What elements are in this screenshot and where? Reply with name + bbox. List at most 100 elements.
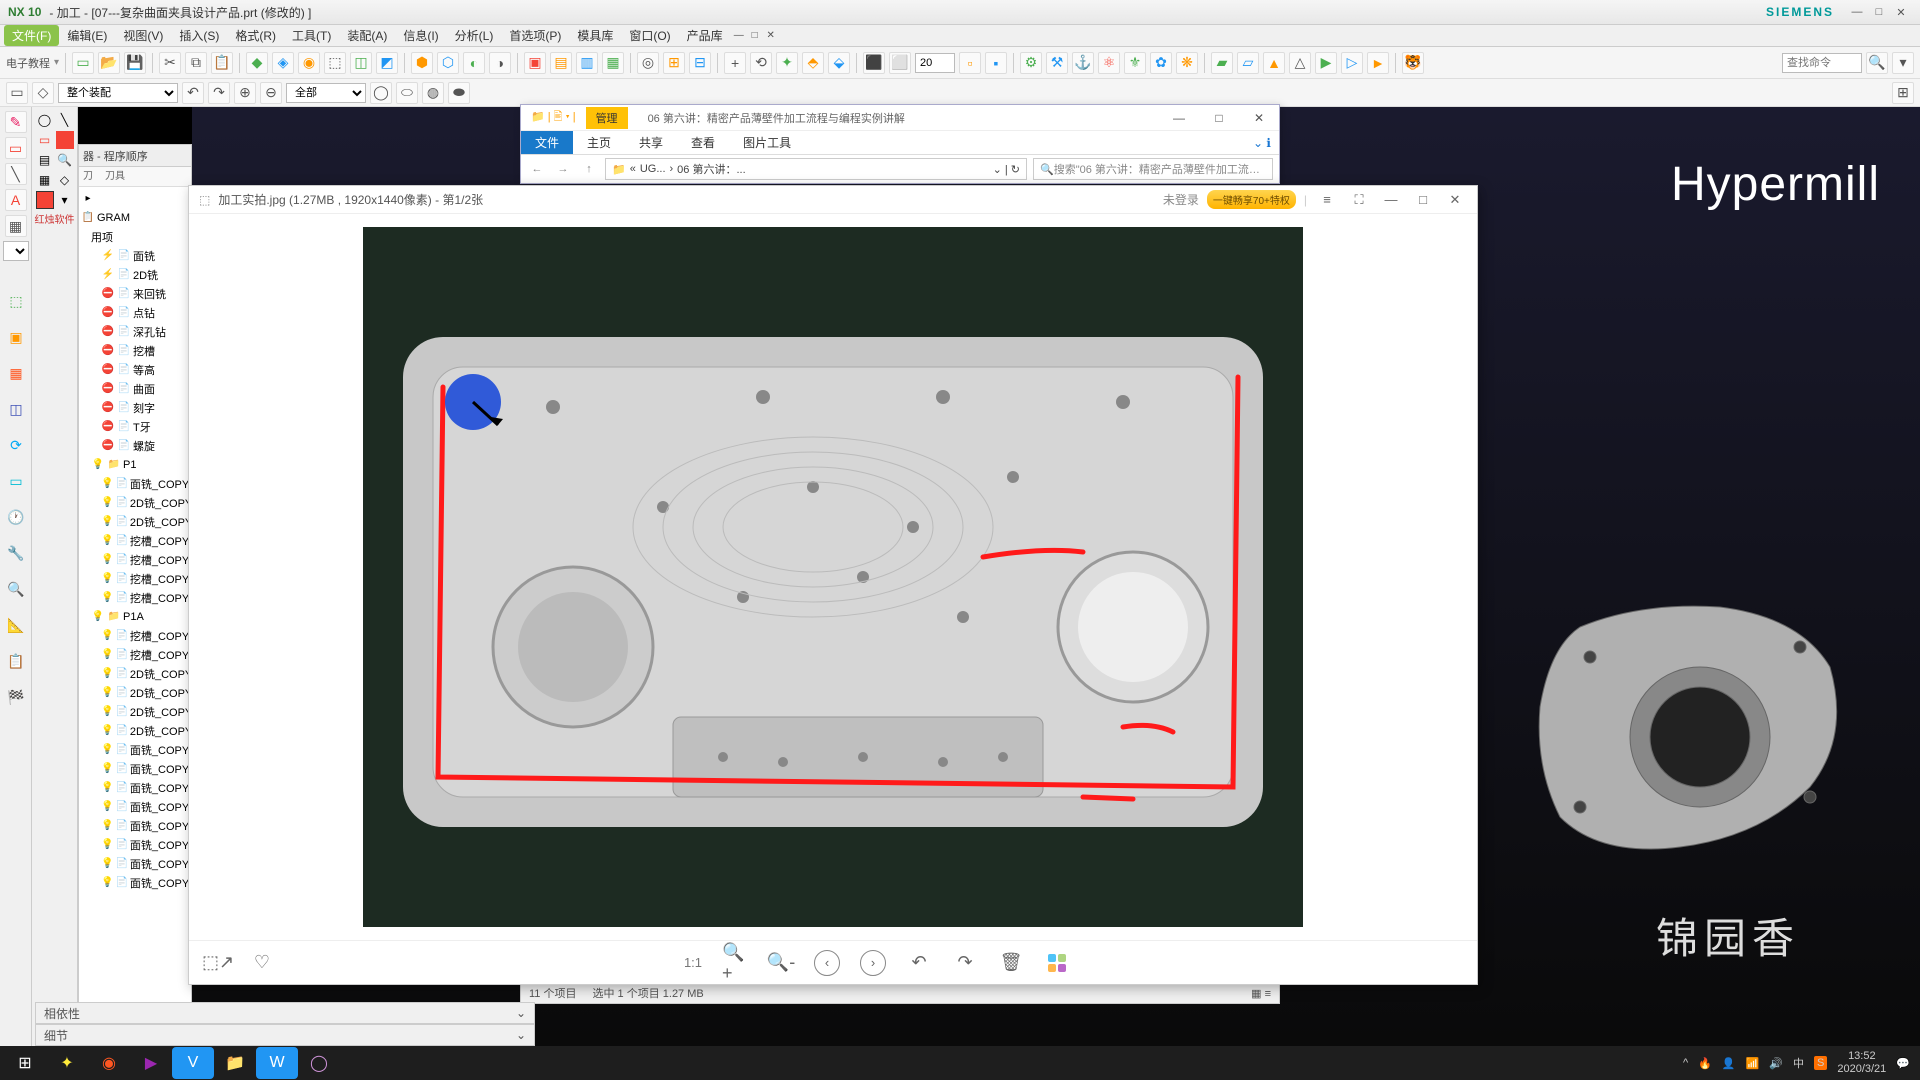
- exp-up-button[interactable]: ↑: [579, 159, 599, 179]
- exp-min-button[interactable]: —: [1159, 106, 1199, 130]
- menu-view[interactable]: 视图(V): [115, 25, 171, 46]
- tiger-icon[interactable]: 🐯: [1402, 52, 1424, 74]
- nav-assy-icon[interactable]: ▦: [5, 362, 27, 384]
- dependency-panel[interactable]: 相依性⌄: [35, 1002, 535, 1024]
- sel1-icon[interactable]: ▭: [6, 82, 28, 104]
- iv-zoomin-icon[interactable]: 🔍+: [722, 950, 748, 976]
- taskbar-clock[interactable]: 13:52 2020/3/21: [1837, 1050, 1886, 1076]
- ls2-d-icon[interactable]: [56, 131, 74, 149]
- sel6-icon[interactable]: ⊖: [260, 82, 282, 104]
- task-app5[interactable]: W: [256, 1047, 298, 1079]
- menu-info[interactable]: 信息(I): [395, 25, 446, 46]
- exp-help-icon[interactable]: ⌄ ℹ: [1245, 136, 1279, 150]
- tree-node[interactable]: 💡📄2D铣_COPY_...: [79, 721, 191, 740]
- face4-icon[interactable]: △: [1289, 52, 1311, 74]
- command-search[interactable]: [1782, 53, 1862, 73]
- nav-mag-icon[interactable]: 🔍: [5, 578, 27, 600]
- iv-grid-icon[interactable]: [1044, 950, 1070, 976]
- menu-format[interactable]: 格式(R): [227, 25, 284, 46]
- menu-window[interactable]: 窗口(O): [621, 25, 678, 46]
- maximize-button[interactable]: □: [1870, 5, 1888, 19]
- search-go-icon[interactable]: 🔍: [1866, 52, 1888, 74]
- ls2-a-icon[interactable]: ◯: [36, 111, 54, 129]
- iv-close-button[interactable]: ✕: [1443, 190, 1467, 210]
- tree-node[interactable]: 💡📄挖槽_COPY_...: [79, 645, 191, 664]
- tree-node[interactable]: ⛔📄点钻: [79, 303, 191, 322]
- ls2-h-icon[interactable]: ◇: [56, 171, 74, 189]
- ls2-g-icon[interactable]: ▦: [36, 171, 54, 189]
- exp-fwd-button[interactable]: →: [553, 159, 573, 179]
- ls-num[interactable]: 4: [3, 241, 29, 261]
- expand-icon[interactable]: ⊞: [1892, 82, 1914, 104]
- tool13-icon[interactable]: ▥: [576, 52, 598, 74]
- tree-node[interactable]: 💡📄2D铣_COPY_...: [79, 512, 191, 531]
- minimize-button[interactable]: —: [1848, 5, 1866, 19]
- exp-breadcrumb[interactable]: 📁 « UG... › 06 第六讲：... ⌄ | ↻: [605, 158, 1027, 180]
- nav-ruler-icon[interactable]: 📐: [5, 614, 27, 636]
- ls-rect-icon[interactable]: ▭: [5, 137, 27, 159]
- tool8-icon[interactable]: ⬡: [437, 52, 459, 74]
- task-app3[interactable]: ▶: [130, 1047, 172, 1079]
- exp-search-box[interactable]: 🔍 搜索"06 第六讲：精密产品薄壁件加工流程与编程实例...: [1033, 158, 1273, 180]
- iv-zoom-ratio[interactable]: 1:1: [684, 955, 702, 970]
- dropdown-icon[interactable]: ▾: [1892, 52, 1914, 74]
- plus-icon[interactable]: +: [724, 52, 746, 74]
- exp-tab-home[interactable]: 主页: [573, 131, 625, 154]
- tree-node[interactable]: 💡📄挖槽_COPY_...: [79, 588, 191, 607]
- exp-manage-tab[interactable]: 管理: [586, 107, 628, 129]
- exp-tab-pictools[interactable]: 图片工具: [729, 131, 805, 154]
- exp-back-button[interactable]: ←: [527, 159, 547, 179]
- task-app4[interactable]: V: [172, 1047, 214, 1079]
- task-app1[interactable]: ✦: [46, 1047, 88, 1079]
- tree-node[interactable]: ⛔📄来回铣: [79, 284, 191, 303]
- tree-node[interactable]: ⛔📄深孔钻: [79, 322, 191, 341]
- tray-i2-icon[interactable]: 👤: [1722, 1057, 1736, 1070]
- start-button[interactable]: ⊞: [4, 1047, 46, 1079]
- menu-mold[interactable]: 模具库: [569, 25, 621, 46]
- iv-prev-button[interactable]: ‹: [814, 950, 840, 976]
- sel5-icon[interactable]: ⊕: [234, 82, 256, 104]
- menu-file[interactable]: 文件(F): [4, 25, 59, 46]
- tray-vol-icon[interactable]: 🔊: [1769, 1057, 1783, 1070]
- doc-maximize-button[interactable]: □: [747, 29, 763, 43]
- cut-icon[interactable]: ✂: [159, 52, 181, 74]
- tool15-icon[interactable]: ◎: [637, 52, 659, 74]
- tool14-icon[interactable]: ▦: [602, 52, 624, 74]
- close-button[interactable]: ✕: [1892, 5, 1910, 19]
- ls-line-icon[interactable]: ╲: [5, 163, 27, 185]
- task-explorer[interactable]: 📁: [214, 1047, 256, 1079]
- ls2-c-icon[interactable]: ▭: [36, 131, 54, 149]
- tree-node[interactable]: 💡📄面铣_COPY_...: [79, 797, 191, 816]
- task-app2[interactable]: ◉: [88, 1047, 130, 1079]
- tree-node[interactable]: 💡📄面铣_COPY_...: [79, 835, 191, 854]
- face2-icon[interactable]: ▱: [1237, 52, 1259, 74]
- iv-vip-badge[interactable]: 一键畅享70+特权: [1207, 190, 1296, 209]
- nav-wifi-icon[interactable]: ⟳: [5, 434, 27, 456]
- details-panel[interactable]: 细节⌄: [35, 1024, 535, 1046]
- tool16-icon[interactable]: ⊞: [663, 52, 685, 74]
- tree-list[interactable]: ▸📋GRAM用项⚡📄面铣⚡📄2D铣⛔📄来回铣⛔📄点钻⛔📄深孔钻⛔📄挖槽⛔📄等高⛔…: [79, 187, 191, 894]
- tree-node[interactable]: 用项: [79, 227, 191, 246]
- face6-icon[interactable]: ▷: [1341, 52, 1363, 74]
- doc-close-button[interactable]: ✕: [763, 29, 779, 43]
- tray-i3-icon[interactable]: 📶: [1746, 1057, 1760, 1070]
- tool9-icon[interactable]: ◐: [463, 52, 485, 74]
- op6-icon[interactable]: ✿: [1150, 52, 1172, 74]
- sel8-icon[interactable]: ⬭: [396, 82, 418, 104]
- new-icon[interactable]: ▭: [72, 52, 94, 74]
- cube1-icon[interactable]: ⬛: [863, 52, 885, 74]
- depth-field[interactable]: [915, 53, 955, 73]
- save-icon[interactable]: 💾: [124, 52, 146, 74]
- iv-max-button[interactable]: □: [1411, 190, 1435, 210]
- menu-edit[interactable]: 编辑(E): [59, 25, 115, 46]
- op7-icon[interactable]: ❋: [1176, 52, 1198, 74]
- tray-ime-icon[interactable]: 中: [1793, 1055, 1804, 1071]
- cube3-icon[interactable]: ▫: [959, 52, 981, 74]
- tree-node[interactable]: 💡📄面铣_COPY_1: [79, 740, 191, 759]
- ls-pencil-icon[interactable]: ✎: [5, 111, 27, 133]
- tree-node[interactable]: 💡📄挖槽_COPY_...: [79, 550, 191, 569]
- open-icon[interactable]: 📂: [98, 52, 120, 74]
- tree-node[interactable]: 💡📄2D铣_COPY_...: [79, 702, 191, 721]
- tool7-icon[interactable]: ⬢: [411, 52, 433, 74]
- face7-icon[interactable]: ►: [1367, 52, 1389, 74]
